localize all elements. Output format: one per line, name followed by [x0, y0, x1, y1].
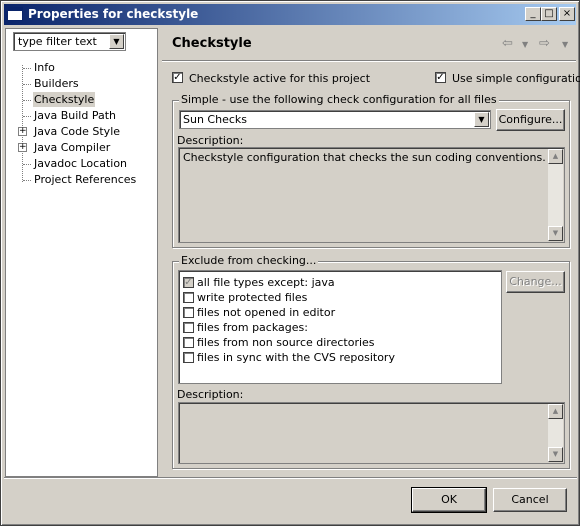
active-checkbox[interactable]: ✓: [172, 72, 183, 83]
config-description-text: Checkstyle configuration that checks the…: [178, 147, 565, 243]
config-description-value: Checkstyle configuration that checks the…: [183, 151, 546, 164]
chevron-down-icon[interactable]: ▼: [474, 112, 489, 127]
check-config-select[interactable]: Sun Checks ▼: [179, 110, 491, 129]
simple-config-checkbox[interactable]: ✓: [435, 72, 446, 83]
back-arrow-icon[interactable]: ⇦: [502, 36, 513, 51]
scroll-down-icon[interactable]: ▼: [548, 447, 563, 462]
window-icon: [7, 7, 23, 21]
sidebar-item-builders[interactable]: Builders: [33, 76, 80, 91]
scroll-up-icon[interactable]: ▲: [548, 149, 563, 164]
sidebar-item-java-code-style[interactable]: Java Code Style: [33, 124, 121, 139]
filter-label: files from packages:: [197, 321, 308, 334]
change-button[interactable]: Change...: [506, 271, 565, 293]
tree-connector: [23, 116, 31, 117]
tree-connector: [23, 68, 31, 69]
scroll-down-icon[interactable]: ▼: [548, 226, 563, 241]
page-header: Checkstyle ⇦ ▼ ⇨ ▼: [162, 28, 576, 60]
simple-config-legend: Simple - use the following check configu…: [179, 93, 499, 106]
exclude-group: Exclude from checking... ✓ all file types…: [172, 254, 570, 469]
ok-button[interactable]: OK: [411, 487, 487, 513]
list-item[interactable]: write protected files: [183, 291, 307, 306]
tree-connector: [23, 84, 31, 85]
sidebar-item-java-compiler[interactable]: Java Compiler: [33, 140, 111, 155]
list-item[interactable]: files in sync with the CVS repository: [183, 351, 395, 366]
filter-checkbox[interactable]: [183, 351, 194, 363]
list-item[interactable]: files from packages:: [183, 321, 308, 336]
simple-config-label[interactable]: Use simple configuration: [452, 72, 580, 85]
plus-icon[interactable]: +: [18, 127, 27, 136]
file-filter-list[interactable]: ✓ all file types except: java write prote…: [178, 270, 502, 384]
sidebar-item-javadoc-location[interactable]: Javadoc Location: [33, 156, 128, 171]
filter-checkbox[interactable]: [183, 291, 194, 303]
tree-connector: [23, 100, 31, 101]
properties-dialog: Properties for checkstyle _ □ × ▼ Info B…: [0, 0, 580, 526]
tree-connector: [23, 164, 31, 165]
title-bar[interactable]: Properties for checkstyle _ □ ×: [4, 4, 576, 25]
description-label: Description:: [177, 134, 244, 147]
list-item[interactable]: ✓ all file types except: java: [183, 276, 335, 291]
filter-label: files in sync with the CVS repository: [197, 351, 395, 364]
page-title: Checkstyle: [172, 36, 252, 51]
sidebar-item-project-references[interactable]: Project References: [33, 172, 137, 187]
footer-divider: [4, 477, 577, 479]
list-item[interactable]: files from non source directories: [183, 336, 375, 351]
exclude-description-text: ▲ ▼: [178, 402, 565, 464]
cancel-button[interactable]: Cancel: [493, 488, 567, 512]
filter-label: files not opened in editor: [197, 306, 336, 319]
scroll-up-icon[interactable]: ▲: [548, 404, 563, 419]
description-scrollbar[interactable]: ▲ ▼: [548, 149, 563, 241]
filter-input[interactable]: [14, 33, 104, 49]
filter-label: all file types except: java: [197, 276, 335, 289]
exclude-description-label: Description:: [177, 388, 244, 401]
window-title: Properties for checkstyle: [28, 7, 199, 21]
active-checkbox-label[interactable]: Checkstyle active for this project: [189, 72, 370, 85]
filter-checkbox[interactable]: [183, 336, 194, 348]
tree-connector: [23, 180, 31, 181]
header-divider: [162, 60, 576, 62]
property-page-tree: ▼ Info Builders Checkstyle Java Build Pa…: [5, 28, 158, 477]
sidebar-item-info[interactable]: Info: [33, 60, 56, 75]
list-item[interactable]: files not opened in editor: [183, 306, 335, 321]
exclude-description-scrollbar[interactable]: ▲ ▼: [548, 404, 563, 462]
check-config-value: Sun Checks: [183, 113, 247, 126]
filter-label: write protected files: [197, 291, 308, 304]
sidebar-item-java-build-path[interactable]: Java Build Path: [33, 108, 117, 123]
filter-checkbox[interactable]: ✓: [183, 276, 194, 288]
plus-icon[interactable]: +: [18, 143, 27, 152]
filter-checkbox[interactable]: [183, 321, 194, 333]
exclude-legend: Exclude from checking...: [179, 254, 319, 267]
filter-checkbox[interactable]: [183, 306, 194, 318]
configure-button[interactable]: Configure...: [496, 109, 565, 131]
forward-history-dropdown-icon[interactable]: ▼: [562, 40, 568, 49]
minimize-button[interactable]: _: [525, 7, 541, 21]
forward-arrow-icon[interactable]: ⇨: [539, 36, 550, 51]
filter-combo[interactable]: ▼: [13, 32, 126, 51]
filter-label: files from non source directories: [197, 336, 375, 349]
maximize-button[interactable]: □: [541, 7, 557, 21]
chevron-down-icon[interactable]: ▼: [109, 34, 124, 49]
close-button[interactable]: ×: [559, 7, 575, 21]
simple-config-group: Simple - use the following check configu…: [172, 93, 570, 248]
sidebar-item-checkstyle[interactable]: Checkstyle: [33, 92, 96, 107]
back-history-dropdown-icon[interactable]: ▼: [522, 40, 528, 49]
